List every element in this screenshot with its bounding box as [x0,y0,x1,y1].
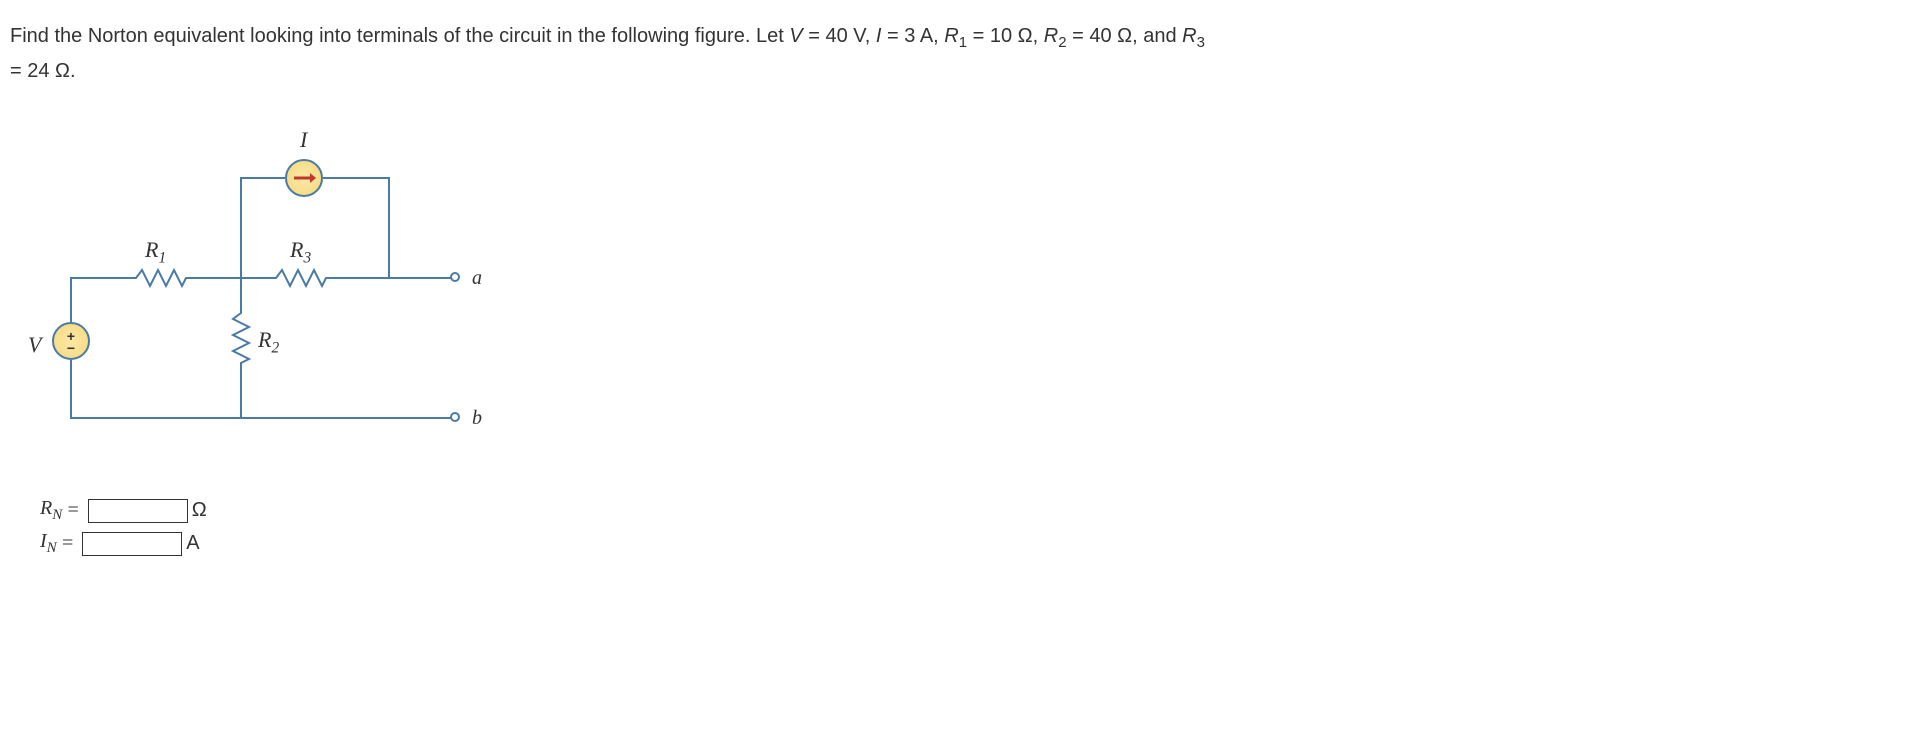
IN-unit: A [186,532,199,555]
eq-sign: = [61,532,75,555]
sub-R3: 3 [1197,34,1205,51]
val-R3: = 24 Ω. [10,60,76,82]
val-I: = 3 A, [887,25,944,47]
val-R1: = 10 Ω, [973,25,1044,47]
wire [323,177,388,179]
terminal-a [450,272,460,282]
label-V: V [28,332,41,358]
sym-R2: R [1044,25,1058,47]
sym-R1: R [944,25,958,47]
wire [240,367,242,417]
answer-section: RN = Ω IN = A [40,497,1909,557]
sub-R1: 1 [959,34,967,51]
wire [240,177,285,179]
answer-row-RN: RN = Ω [40,497,1909,524]
circuit-diagram: I R1 R3 a + − V R2 b [40,117,540,477]
label-R1: R1 [145,237,166,267]
problem-prefix: Find the Norton equivalent looking into … [10,25,789,47]
wire [240,177,242,197]
label-b: b [472,407,482,430]
sym-R3: R [1182,25,1196,47]
answer-row-IN: IN = A [40,530,1909,557]
wire [70,417,455,419]
wire [70,360,72,417]
val-R2: = 40 Ω, and [1072,25,1182,47]
RN-input[interactable] [88,499,188,523]
label-I: I [300,127,307,153]
sym-V: V [789,25,802,47]
wire [70,277,72,322]
wire [240,197,242,279]
sym-I: I [876,25,882,47]
label-R2: R2 [258,327,279,357]
wire [388,177,390,277]
resistor-R1 [130,268,190,288]
resistor-R2 [231,307,251,367]
current-source [285,159,323,197]
val-V: = 40 V, [808,25,876,47]
IN-input[interactable] [82,532,182,556]
wire [70,277,130,279]
wire [190,277,270,279]
problem-statement: Find the Norton equivalent looking into … [10,20,1909,87]
sub-R2: 2 [1058,34,1066,51]
terminal-b [450,412,460,422]
answer-label-RN: RN [40,497,62,524]
wire [240,277,242,307]
wire [330,277,455,279]
RN-unit: Ω [192,499,207,522]
label-a: a [472,267,482,290]
resistor-R3 [270,268,330,288]
arrow-right-icon [292,172,316,184]
minus-icon: − [67,340,75,356]
label-R3: R3 [290,237,311,267]
answer-label-IN: IN [40,530,57,557]
eq-sign: = [66,499,80,522]
voltage-source: + − [52,322,90,360]
